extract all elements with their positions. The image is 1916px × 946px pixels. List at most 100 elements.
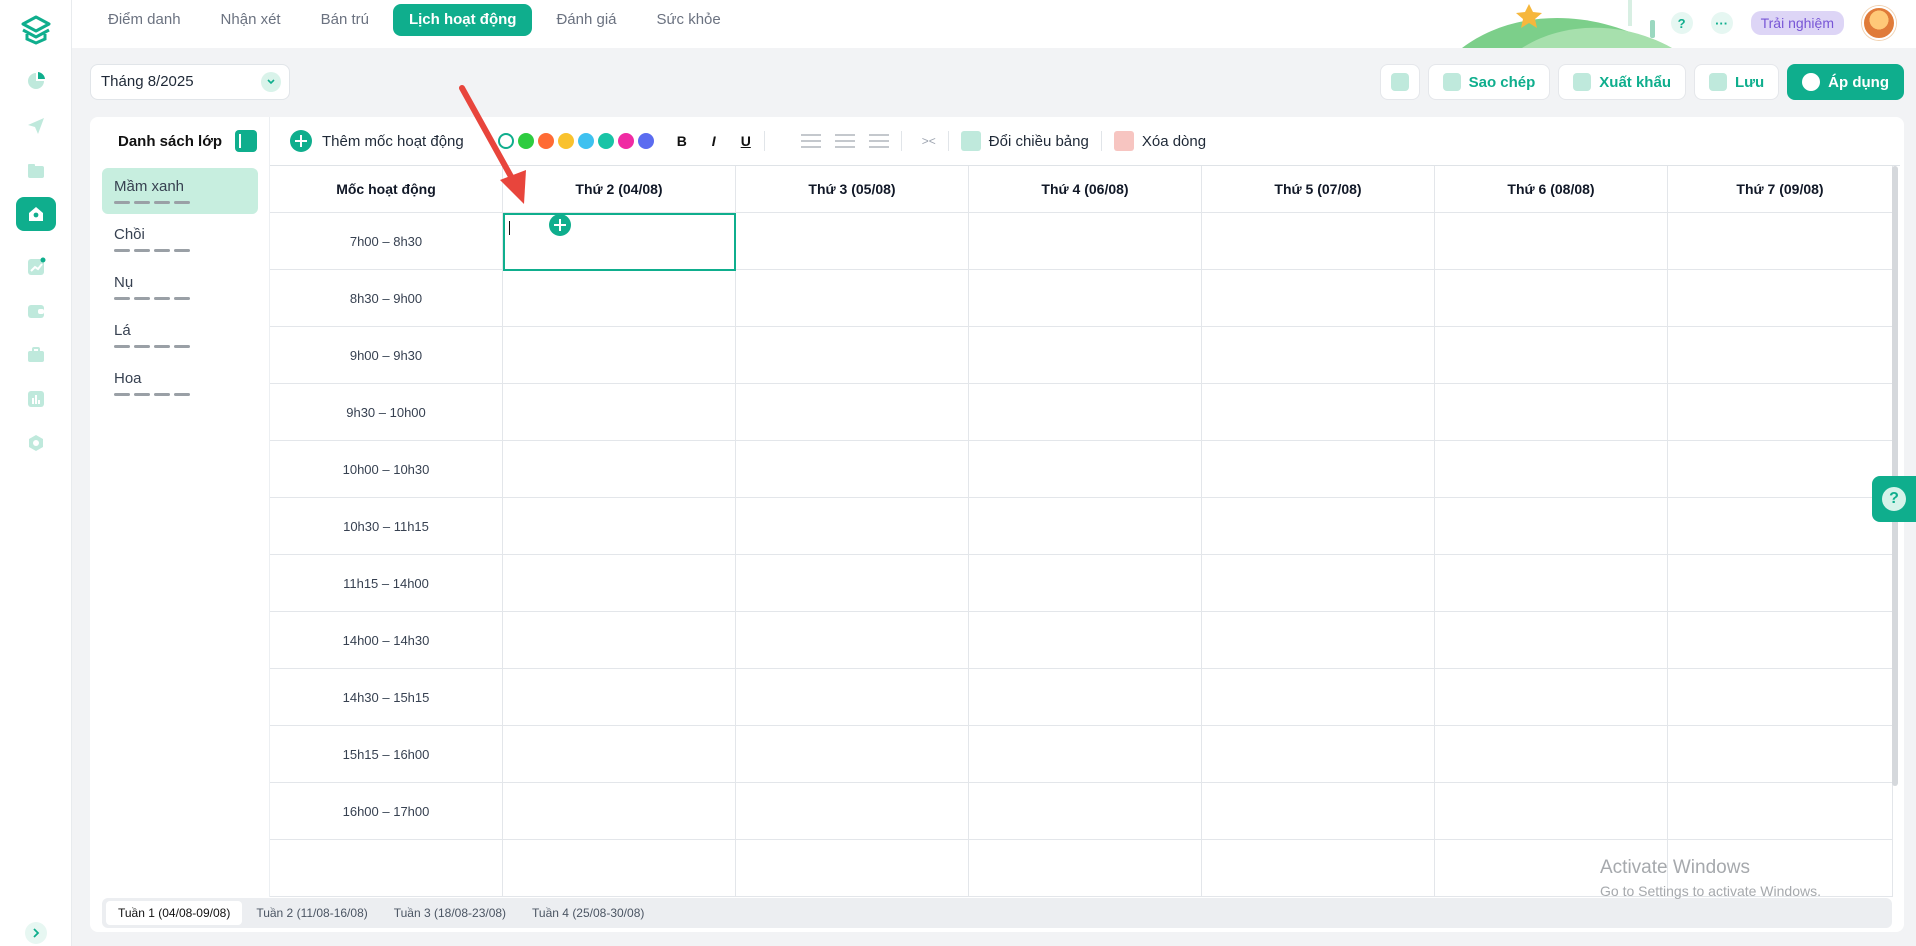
schedule-cell[interactable] [969, 783, 1202, 840]
class-item-nu[interactable]: Nụ [102, 264, 258, 310]
underline-button[interactable]: U [740, 133, 752, 149]
schedule-cell[interactable] [1668, 213, 1893, 270]
help-icon[interactable]: ? [1670, 12, 1693, 34]
schedule-cell[interactable] [503, 441, 736, 498]
growth-chart-icon[interactable] [16, 250, 56, 284]
class-item-hoa[interactable]: Hoa [102, 360, 258, 406]
month-select[interactable]: Tháng 8/2025 [90, 64, 290, 100]
schedule-cell[interactable] [736, 270, 969, 327]
schedule-cell[interactable] [1668, 327, 1893, 384]
schedule-cell[interactable] [1202, 669, 1435, 726]
schedule-cell[interactable] [1435, 441, 1668, 498]
help-fab-button[interactable]: ? [1872, 476, 1916, 522]
color-swatch-orange[interactable] [537, 133, 554, 149]
tab-attendance[interactable]: Điểm danh [92, 4, 197, 36]
schedule-cell[interactable] [503, 270, 736, 327]
class-item-mam-xanh[interactable]: Mầm xanh [102, 168, 258, 214]
folder-icon[interactable] [16, 154, 56, 188]
schedule-cell[interactable] [1435, 384, 1668, 441]
report-bar-icon[interactable] [16, 382, 56, 416]
export-button[interactable]: Xuất khẩu [1558, 64, 1686, 100]
week-tab-4[interactable]: Tuần 4 (25/08-30/08) [520, 901, 656, 925]
schedule-cell[interactable] [503, 327, 736, 384]
schedule-cell[interactable] [1202, 612, 1435, 669]
schedule-cell[interactable] [1202, 498, 1435, 555]
color-swatch-teal[interactable] [597, 133, 614, 149]
class-item-la[interactable]: Lá [102, 312, 258, 358]
schedule-cell[interactable] [1202, 270, 1435, 327]
selected-cell[interactable] [503, 213, 736, 271]
tab-comments[interactable]: Nhận xét [205, 4, 297, 36]
more-icon[interactable]: ··· [1710, 12, 1733, 34]
time-slot-cell[interactable] [270, 840, 503, 897]
schedule-cell[interactable] [1435, 270, 1668, 327]
add-milestone-button[interactable]: Thêm mốc hoạt động [290, 130, 464, 152]
time-slot-cell[interactable]: 14h30 – 15h15 [270, 669, 503, 726]
expand-sidebar-icon[interactable] [25, 922, 47, 944]
schedule-cell[interactable] [1435, 612, 1668, 669]
schedule-cell[interactable] [1668, 441, 1893, 498]
schedule-cell[interactable] [1435, 498, 1668, 555]
schedule-cell[interactable] [736, 384, 969, 441]
schedule-cell[interactable] [1202, 840, 1435, 897]
schedule-cell[interactable] [1202, 327, 1435, 384]
schedule-cell[interactable] [969, 270, 1202, 327]
color-swatch-indigo[interactable] [637, 133, 654, 149]
schedule-cell[interactable] [736, 441, 969, 498]
tab-boarding[interactable]: Bán trú [305, 4, 385, 36]
delete-row-button[interactable]: Xóa dòng [1113, 131, 1206, 151]
schedule-cell[interactable] [736, 213, 969, 270]
schedule-cell[interactable] [1668, 498, 1893, 555]
app-logo-icon[interactable] [19, 12, 53, 46]
settings-gear-icon[interactable] [16, 426, 56, 460]
schedule-cell[interactable] [1668, 555, 1893, 612]
dashboard-pie-icon[interactable] [16, 64, 56, 98]
schedule-cell[interactable] [969, 840, 1202, 897]
week-tab-3[interactable]: Tuần 3 (18/08-23/08) [382, 901, 518, 925]
copy-button[interactable]: Sao chép [1427, 64, 1551, 100]
save-button[interactable]: Lưu [1693, 64, 1780, 100]
send-icon[interactable] [16, 109, 56, 143]
schedule-cell[interactable] [1202, 783, 1435, 840]
align-left-icon[interactable] [800, 134, 821, 148]
schedule-cell[interactable] [969, 669, 1202, 726]
schedule-cell[interactable] [736, 840, 969, 897]
italic-button[interactable]: I [708, 133, 720, 149]
schedule-cell[interactable] [969, 555, 1202, 612]
avatar[interactable] [1862, 6, 1896, 40]
schedule-cell[interactable] [1202, 555, 1435, 612]
schedule-cell[interactable] [736, 612, 969, 669]
transpose-table-button[interactable]: Đổi chiều bảng [960, 131, 1089, 151]
time-slot-cell[interactable]: 14h00 – 14h30 [270, 612, 503, 669]
schedule-cell[interactable] [1435, 669, 1668, 726]
schedule-cell[interactable] [503, 783, 736, 840]
schedule-cell[interactable] [736, 726, 969, 783]
apply-button[interactable]: Áp dụng [1787, 64, 1904, 100]
schedule-cell[interactable] [969, 726, 1202, 783]
time-slot-cell[interactable]: 8h30 – 9h00 [270, 270, 503, 327]
school-home-icon[interactable] [16, 197, 56, 231]
time-slot-cell[interactable]: 15h15 – 16h00 [270, 726, 503, 783]
schedule-cell[interactable] [1202, 726, 1435, 783]
schedule-cell[interactable] [969, 498, 1202, 555]
trial-badge[interactable]: Trải nghiệm [1750, 11, 1844, 35]
class-item-choi[interactable]: Chồi [102, 216, 258, 262]
schedule-cell[interactable] [1435, 726, 1668, 783]
schedule-cell[interactable] [736, 669, 969, 726]
bold-button[interactable]: B [676, 133, 688, 149]
time-slot-cell[interactable]: 9h00 – 9h30 [270, 327, 503, 384]
schedule-cell[interactable] [503, 612, 736, 669]
schedule-cell[interactable] [1435, 555, 1668, 612]
schedule-cell[interactable] [503, 840, 736, 897]
schedule-cell[interactable] [1435, 213, 1668, 270]
collapse-panel-icon[interactable] [235, 130, 257, 152]
schedule-cell[interactable] [1202, 384, 1435, 441]
align-right-icon[interactable] [868, 134, 889, 148]
align-center-icon[interactable] [834, 134, 855, 148]
schedule-cell[interactable] [736, 327, 969, 384]
add-row-icon[interactable] [549, 214, 571, 236]
time-slot-cell[interactable]: 10h00 – 10h30 [270, 441, 503, 498]
schedule-cell[interactable] [736, 783, 969, 840]
briefcase-icon[interactable] [16, 338, 56, 372]
merge-cells-icon[interactable]: >< [922, 134, 936, 148]
